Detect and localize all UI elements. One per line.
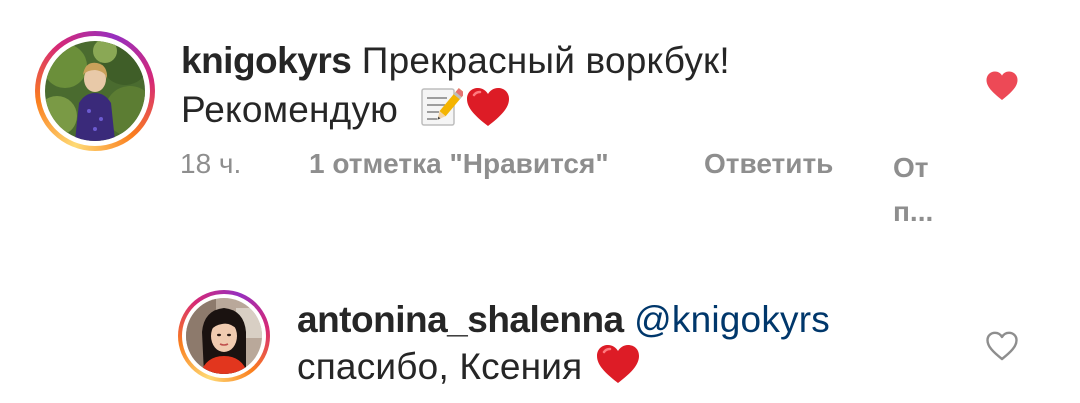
like-filled-icon[interactable] [985,70,1019,102]
comment-username[interactable]: knigokyrs [181,40,352,81]
reply-button[interactable]: Ответить [704,146,833,182]
comment-time: 18 ч. [180,148,242,179]
truncated-action[interactable]: От п... [893,146,933,234]
reply-text: спасибо, Ксения [297,346,583,387]
comment-body: knigokyrs Прекрасный воркбук! Рекомендую [181,38,901,139]
comment-likes-count[interactable]: 1 отметка "Нравится" [309,146,609,182]
truncated-action-line1: От [893,152,929,183]
comment-text-line2: Рекомендую [181,89,399,130]
reply-username[interactable]: antonina_shalenna [297,299,624,340]
comment-text-line1: Прекрасный воркбук! [361,40,730,81]
reply-mention[interactable]: @knigokyrs [634,299,830,340]
like-outline-icon[interactable] [985,330,1019,362]
avatar-story-ring[interactable] [35,31,155,151]
reply-avatar[interactable] [186,298,262,374]
truncated-action-line2: п... [893,196,934,227]
memo-icon [419,84,465,139]
reply-body: antonina_shalenna @knigokyrs спасибо, Кс… [297,297,917,396]
red-heart-icon [465,86,511,139]
avatar[interactable] [45,41,145,141]
red-heart-icon [595,343,641,396]
reply-avatar-story-ring[interactable] [178,290,270,382]
